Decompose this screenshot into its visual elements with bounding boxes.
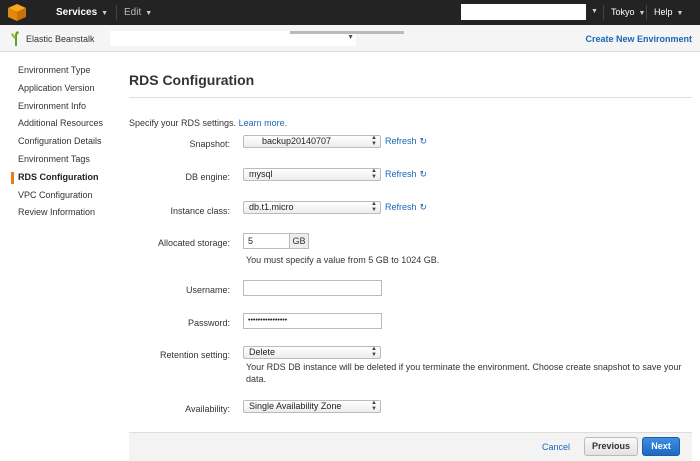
db-engine-select[interactable]: mysql ▲ ▼ [243, 168, 381, 181]
intro-text-label: Specify your RDS settings. [129, 118, 237, 128]
service-bar: Elastic Beanstalk ▼ Create New Environme… [0, 25, 700, 52]
chevron-down-icon[interactable]: ▼ [591, 8, 598, 15]
help-label: Help [654, 7, 673, 17]
chevron-down-icon: ▼ [676, 10, 684, 17]
instance-class-value: db.t1.micro [249, 202, 294, 212]
sidebar-item-environment-tags[interactable]: Environment Tags [0, 151, 115, 169]
services-menu[interactable]: Services ▼ [56, 7, 108, 18]
sidebar-item-environment-type[interactable]: Environment Type [0, 62, 115, 80]
nav-divider [646, 5, 647, 20]
availability-value: Single Availability Zone [249, 401, 342, 411]
edit-menu[interactable]: Edit ▼ [124, 7, 152, 18]
storage-unit-addon: GB [290, 233, 309, 249]
wizard-steps-sidebar: Environment Type Application Version Env… [0, 62, 115, 222]
title-divider [129, 97, 692, 98]
chevron-down-icon: ▼ [101, 10, 109, 17]
select-arrows-icon: ▲ ▼ [371, 168, 377, 180]
snapshot-value: backup20140707 [262, 136, 332, 146]
chevron-down-icon: ▼ [638, 10, 646, 17]
sidebar-item-vpc-configuration[interactable]: VPC Configuration [0, 187, 115, 205]
availability-select[interactable]: Single Availability Zone ▲ ▼ [243, 400, 381, 413]
chevron-down-icon: ▼ [145, 10, 153, 17]
refresh-icon: ↻ [419, 169, 428, 179]
db-engine-refresh-link[interactable]: Refresh ↻ [385, 169, 427, 180]
service-title: Elastic Beanstalk [26, 34, 95, 44]
cancel-button[interactable]: Cancel [542, 442, 570, 452]
select-arrows-icon: ▲ ▼ [371, 346, 377, 358]
help-menu[interactable]: Help ▼ [654, 7, 683, 17]
allocated-storage-label: Allocated storage: [157, 238, 230, 248]
previous-button[interactable]: Previous [584, 437, 638, 456]
top-nav-bar: Services ▼ Edit ▼ ▼ Tokyo ▼ Help ▼ [0, 0, 700, 25]
chevron-down-icon: ▼ [347, 34, 354, 41]
snapshot-label: Snapshot: [189, 139, 230, 149]
account-menu[interactable] [461, 4, 586, 20]
snapshot-select[interactable]: backup20140707 ▲ ▼ [243, 135, 381, 148]
sidebar-item-environment-info[interactable]: Environment Info [0, 98, 115, 116]
refresh-label: Refresh [385, 136, 417, 146]
edit-label: Edit [124, 7, 142, 18]
instance-class-label: Instance class: [170, 206, 230, 216]
allocated-storage-input[interactable]: 5 [243, 233, 290, 249]
username-input[interactable] [243, 280, 382, 296]
region-menu[interactable]: Tokyo ▼ [611, 7, 645, 17]
select-arrows-icon: ▲ ▼ [371, 201, 377, 213]
next-button[interactable]: Next [642, 437, 680, 456]
page-title: RDS Configuration [129, 72, 255, 88]
region-label: Tokyo [611, 7, 635, 17]
sidebar-item-review-information[interactable]: Review Information [0, 204, 115, 222]
sidebar-item-rds-configuration[interactable]: RDS Configuration [0, 169, 115, 187]
sidebar-item-configuration-details[interactable]: Configuration Details [0, 133, 115, 151]
refresh-label: Refresh [385, 169, 417, 179]
retention-help-text: Your RDS DB instance will be deleted if … [246, 362, 682, 384]
db-engine-value: mysql [249, 169, 273, 179]
retention-setting-select[interactable]: Delete ▲ ▼ [243, 346, 381, 359]
sidebar-item-application-version[interactable]: Application Version [0, 80, 115, 98]
db-engine-label: DB engine: [185, 172, 230, 182]
create-new-environment-link[interactable]: Create New Environment [585, 34, 692, 44]
refresh-icon: ↻ [419, 136, 428, 146]
snapshot-refresh-link[interactable]: Refresh ↻ [385, 136, 427, 147]
intro-text: Specify your RDS settings. Learn more. [129, 118, 287, 128]
refresh-label: Refresh [385, 202, 417, 212]
select-arrows-icon: ▲ ▼ [371, 400, 377, 412]
storage-help-text: You must specify a value from 5 GB to 10… [246, 255, 440, 265]
select-arrows-icon: ▲ ▼ [371, 135, 377, 147]
aws-cube-icon[interactable] [8, 4, 26, 21]
password-label: Password: [187, 318, 230, 328]
services-label: Services [56, 7, 98, 18]
sidebar-item-additional-resources[interactable]: Additional Resources [0, 115, 115, 133]
instance-class-refresh-link[interactable]: Refresh ↻ [385, 202, 427, 213]
username-label: Username: [185, 285, 230, 295]
learn-more-link[interactable]: Learn more. [239, 118, 288, 128]
nav-divider [603, 5, 604, 20]
retention-setting-label: Retention setting: [159, 350, 230, 360]
application-select[interactable]: ▼ [110, 31, 404, 46]
nav-divider [116, 5, 117, 20]
retention-setting-value: Delete [249, 347, 276, 357]
refresh-icon: ↻ [419, 202, 428, 212]
password-input[interactable]: •••••••••••••••• [243, 313, 382, 329]
elastic-beanstalk-icon [11, 31, 19, 46]
instance-class-select[interactable]: db.t1.micro ▲ ▼ [243, 201, 381, 214]
availability-label: Availability: [185, 404, 230, 414]
